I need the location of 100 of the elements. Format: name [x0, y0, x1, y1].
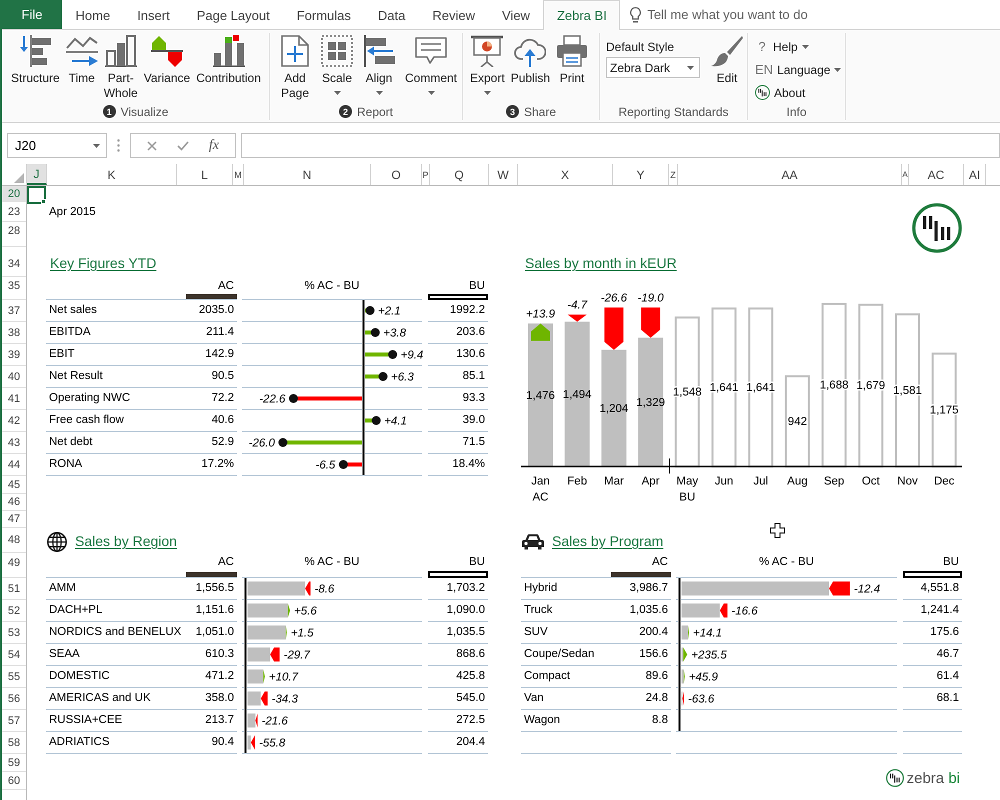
column-header[interactable]: A	[902, 164, 909, 185]
row-header[interactable]: 40	[2, 366, 26, 388]
name-box[interactable]: J20	[7, 133, 107, 158]
ribbon-tab[interactable]: Data	[364, 0, 419, 30]
ribbon-button[interactable]: Structure	[8, 35, 63, 86]
axis-label: Jul	[753, 476, 768, 488]
row-header[interactable]: 59	[2, 754, 26, 772]
fill-handle[interactable]	[41, 199, 46, 204]
column-header[interactable]: AA	[678, 164, 902, 185]
table-cell: 471.2	[186, 666, 237, 688]
row-header[interactable]: 55	[2, 666, 26, 688]
row-header[interactable]: 45	[2, 476, 26, 494]
column-header[interactable]: AI	[964, 164, 986, 185]
column-header[interactable]: O	[371, 164, 422, 185]
ribbon-button[interactable]: Contribution	[193, 35, 264, 86]
select-all-icon[interactable]	[14, 173, 24, 183]
row-header[interactable]: 34	[2, 247, 26, 277]
check-icon[interactable]	[176, 140, 189, 150]
ribbon-tab[interactable]: Review	[418, 0, 488, 30]
ribbon-button[interactable]: Comment	[402, 35, 460, 95]
formula-field[interactable]	[241, 133, 1000, 158]
row-header[interactable]: 56	[2, 688, 26, 710]
ribbon-button[interactable]: Publish	[508, 35, 554, 86]
style-dropdown[interactable]: Zebra Dark	[606, 57, 700, 78]
column-header[interactable]: X	[518, 164, 613, 185]
column-header[interactable]: Z	[669, 164, 678, 185]
file-tab[interactable]: File	[2, 0, 62, 29]
row-header[interactable]: 39	[2, 344, 26, 366]
ribbon-button[interactable]: Export	[467, 35, 508, 95]
ribbon-button[interactable]: Time	[62, 35, 101, 86]
row-header[interactable]: 28	[2, 222, 26, 247]
ribbon-tab[interactable]: Formulas	[283, 0, 364, 30]
ribbon-button[interactable]: Scale	[318, 35, 356, 95]
column-header[interactable]: Y	[613, 164, 669, 185]
table-cell: 156.6	[611, 644, 671, 666]
variance-label: -21.6	[262, 716, 288, 728]
step-number-badge: 1	[102, 105, 116, 118]
ribbon-tab[interactable]: View	[488, 0, 544, 30]
ribbon-tab[interactable]: Insert	[124, 0, 184, 30]
data-label: 1,641	[710, 382, 738, 394]
filled-legend-icon	[186, 294, 237, 299]
row-header[interactable]: 20	[2, 186, 26, 202]
row-header[interactable]: 49	[2, 553, 26, 578]
menu-link[interactable]: EN Language	[755, 58, 842, 81]
menu-link[interactable]: About	[755, 81, 842, 104]
column-header[interactable]: W	[489, 164, 518, 185]
column-header[interactable]: K	[47, 164, 177, 185]
column-header[interactable]: P	[422, 164, 430, 185]
row-header[interactable]: 44	[2, 454, 26, 476]
column-header[interactable]: AC	[909, 164, 964, 185]
ribbon-tab[interactable]: Zebra BI	[543, 0, 620, 30]
row-header[interactable]: 48	[2, 528, 26, 553]
table-cell: 46.7	[903, 644, 962, 666]
row-header[interactable]: 37	[2, 300, 26, 322]
variance-label: -63.6	[688, 694, 714, 706]
variance-label: +1.5	[290, 628, 314, 640]
row-header[interactable]: 47	[2, 511, 26, 528]
table-cell: AMERICAS and UK	[46, 688, 186, 710]
row-header[interactable]: 38	[2, 322, 26, 344]
row-header[interactable]: 51	[2, 578, 26, 600]
variance-arrow	[568, 314, 587, 322]
ribbon-button[interactable]: Edit	[708, 35, 746, 86]
row-header[interactable]: 54	[2, 644, 26, 666]
glyph-icon: EN	[755, 62, 774, 77]
insert-function-button[interactable]: fx	[208, 138, 219, 154]
ribbon-button[interactable]: Print	[553, 35, 592, 86]
axis-label: Dec	[934, 476, 954, 488]
row-header[interactable]: 57	[2, 710, 26, 732]
row-header[interactable]: 35	[2, 277, 26, 300]
variance-label: +4.1	[384, 416, 407, 428]
variance-label: -12.4	[854, 584, 880, 596]
ribbon-tab[interactable]: Home	[62, 0, 124, 30]
ribbon-button[interactable]: Align	[360, 35, 398, 95]
row-header[interactable]: 23	[2, 202, 26, 222]
column-header[interactable]: L	[177, 164, 233, 185]
ribbon-button[interactable]: Variance	[140, 35, 194, 86]
row-header[interactable]: 46	[2, 494, 26, 511]
cancel-icon[interactable]	[146, 140, 157, 150]
column-header[interactable]: Q	[430, 164, 489, 185]
table-cell: Wagon	[521, 710, 611, 732]
ribbon-button[interactable]: Add Page	[276, 35, 314, 101]
column-header[interactable]: J	[27, 164, 47, 185]
table-cell: 1,703.2	[428, 578, 488, 600]
row-header[interactable]: 58	[2, 732, 26, 754]
column-header[interactable]: M	[233, 164, 244, 185]
row-header[interactable]: 60	[2, 772, 26, 790]
ribbon-button[interactable]: Part-Whole	[100, 35, 141, 101]
ribbon-tab[interactable]: Page Layout	[183, 0, 284, 30]
variance-label: +14.1	[693, 628, 722, 640]
table-cell: 1992.2	[428, 300, 488, 322]
row-header[interactable]: 41	[2, 388, 26, 410]
tell-me-field[interactable]: Tell me what you want to do	[647, 7, 848, 22]
table-cell: 1,090.0	[428, 600, 488, 622]
table-header: AC	[217, 279, 235, 294]
column-header[interactable]: N	[244, 164, 371, 185]
menu-link[interactable]: ? Help	[755, 35, 842, 58]
row-header[interactable]: 53	[2, 622, 26, 644]
row-header[interactable]: 42	[2, 410, 26, 432]
row-header[interactable]: 52	[2, 600, 26, 622]
row-header[interactable]: 43	[2, 432, 26, 454]
